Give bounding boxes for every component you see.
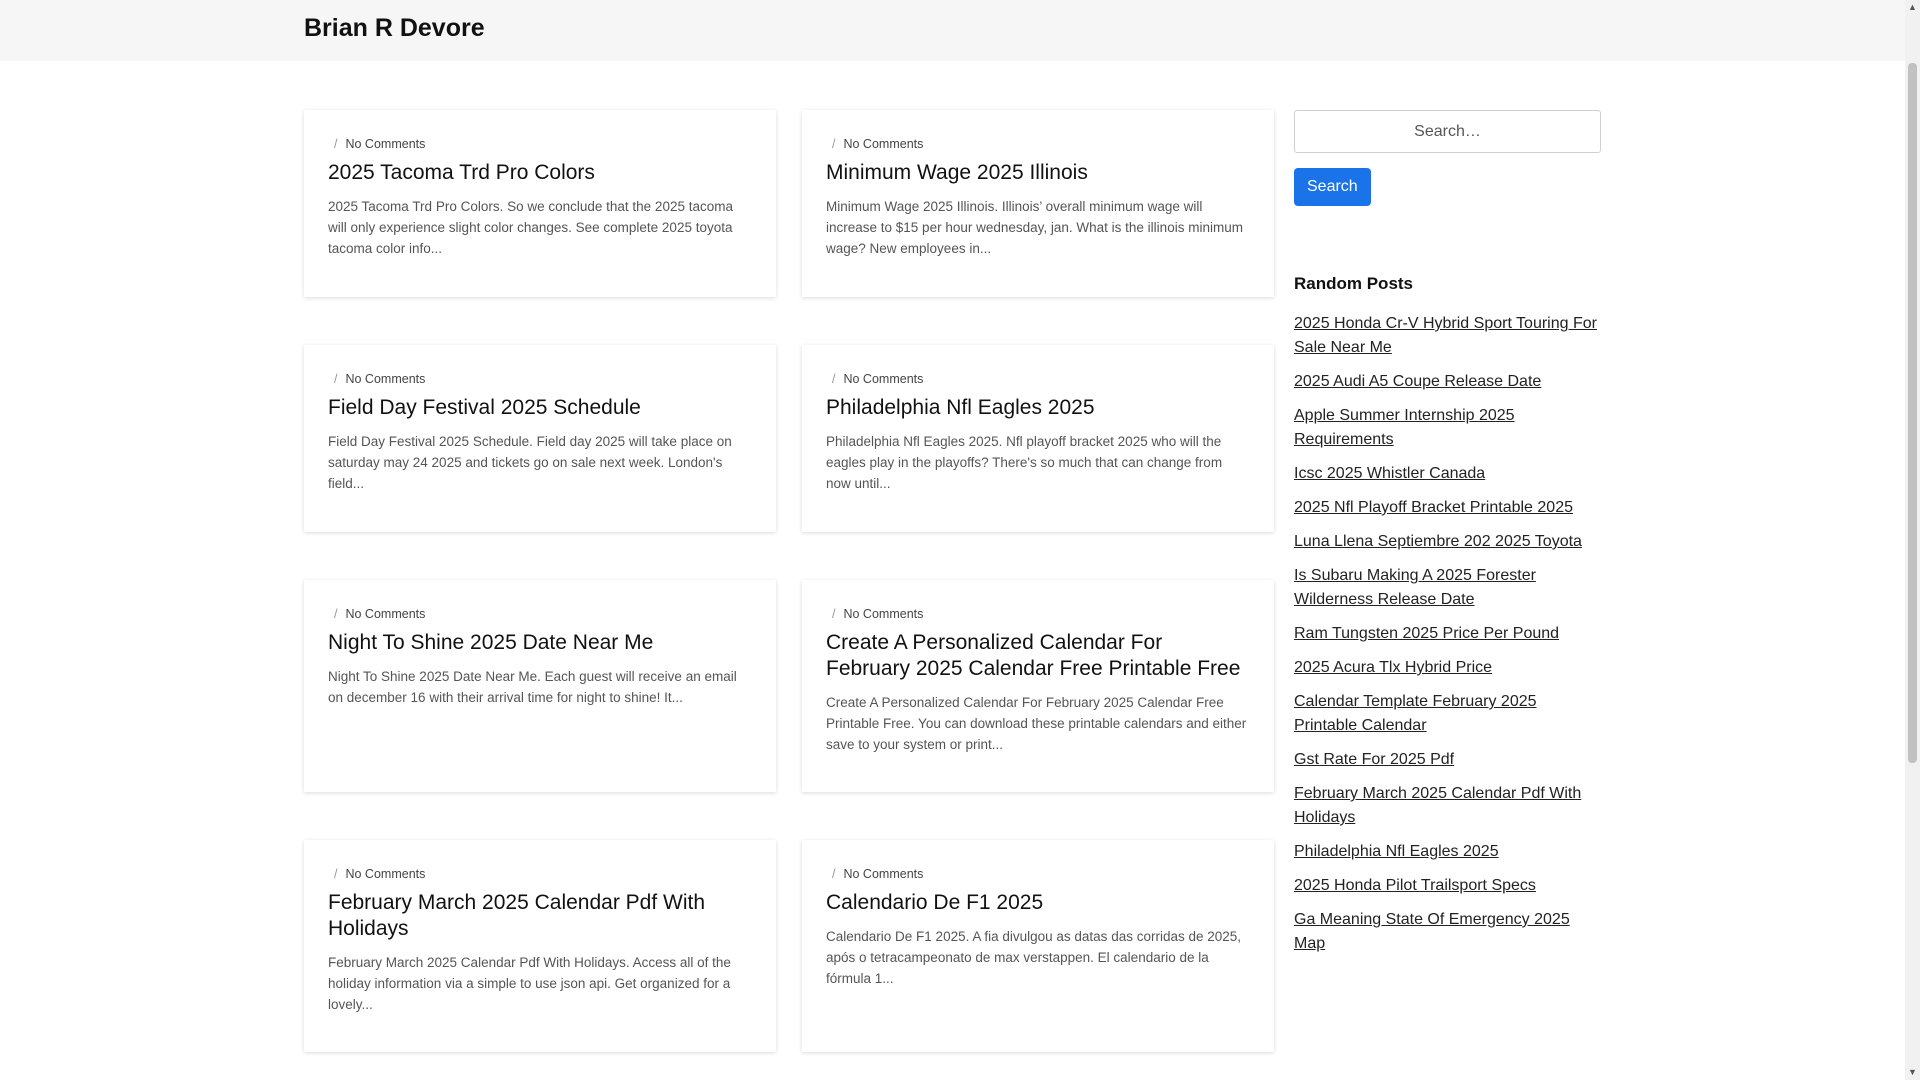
scrollbar-thumb[interactable]	[1908, 63, 1917, 763]
list-item: Ga Meaning State Of Emergency 2025 Map	[1294, 908, 1601, 956]
list-item: Gst Rate For 2025 Pdf	[1294, 748, 1601, 772]
random-post-link[interactable]: Ga Meaning State Of Emergency 2025 Map	[1294, 911, 1570, 952]
comments-link[interactable]: No Comments	[843, 607, 923, 621]
comments-link[interactable]: No Comments	[345, 137, 425, 151]
post-card: / No Comments Night To Shine 2025 Date Ne…	[304, 580, 776, 792]
list-item: Luna Llena Septiembre 202 2025 Toyota	[1294, 530, 1601, 554]
sidebar: Search Random Posts 2025 Honda Cr-V Hybr…	[1294, 110, 1601, 966]
list-item: 2025 Acura Tlx Hybrid Price	[1294, 656, 1601, 680]
post-excerpt: Field Day Festival 2025 Schedule. Field …	[328, 434, 732, 491]
random-post-link[interactable]: 2025 Honda Cr-V Hybrid Sport Touring For…	[1294, 315, 1597, 356]
random-post-link[interactable]: 2025 Acura Tlx Hybrid Price	[1294, 659, 1492, 676]
comments-link[interactable]: No Comments	[345, 607, 425, 621]
comments-link[interactable]: No Comments	[843, 372, 923, 386]
list-item: 2025 Audi A5 Coupe Release Date	[1294, 370, 1601, 394]
scroll-down-icon[interactable]: ▼	[1905, 1065, 1920, 1080]
scroll-up-icon[interactable]: ▲	[1905, 0, 1920, 15]
post-excerpt: Philadelphia Nfl Eagles 2025. Nfl playof…	[826, 434, 1223, 491]
random-post-link[interactable]: Ram Tungsten 2025 Price Per Pound	[1294, 625, 1559, 642]
site-title[interactable]: Brian R Devore	[304, 14, 485, 43]
comments-link[interactable]: No Comments	[843, 867, 923, 881]
random-posts-list: 2025 Honda Cr-V Hybrid Sport Touring For…	[1294, 312, 1601, 956]
comments-link[interactable]: No Comments	[345, 372, 425, 386]
post-card: / No Comments February March 2025 Calenda…	[304, 840, 776, 1052]
random-post-link[interactable]: 2025 Audi A5 Coupe Release Date	[1294, 373, 1541, 390]
random-post-link[interactable]: Is Subaru Making A 2025 Forester Wildern…	[1294, 567, 1536, 608]
post-title[interactable]: Field Day Festival 2025 Schedule	[328, 395, 752, 421]
post-meta: / No Comments	[832, 137, 924, 151]
search-input[interactable]	[1294, 110, 1601, 153]
list-item: Calendar Template February 2025 Printabl…	[1294, 690, 1601, 738]
post-excerpt: 2025 Tacoma Trd Pro Colors. So we conclu…	[328, 199, 733, 256]
random-posts-title: Random Posts	[1294, 274, 1414, 293]
post-card: / No Comments Calendario De F1 2025 Calen…	[802, 840, 1274, 1052]
post-meta: / No Comments	[334, 607, 426, 621]
post-title[interactable]: Philadelphia Nfl Eagles 2025	[826, 395, 1250, 421]
random-post-link[interactable]: 2025 Honda Pilot Trailsport Specs	[1294, 877, 1536, 894]
post-excerpt: Calendario De F1 2025. A fia divulgou as…	[826, 929, 1242, 986]
random-post-link[interactable]: Apple Summer Internship 2025 Requirement…	[1294, 407, 1515, 448]
post-card: / No Comments 2025 Tacoma Trd Pro Colors …	[304, 110, 776, 297]
post-title[interactable]: Minimum Wage 2025 Illinois	[826, 160, 1250, 186]
list-item: Apple Summer Internship 2025 Requirement…	[1294, 404, 1601, 452]
post-title[interactable]: Night To Shine 2025 Date Near Me	[328, 630, 752, 656]
post-card: / No Comments Philadelphia Nfl Eagles 202…	[802, 345, 1274, 532]
list-item: Is Subaru Making A 2025 Forester Wildern…	[1294, 564, 1601, 612]
page-scrollbar[interactable]: ▲ ▼	[1905, 0, 1920, 1080]
random-post-link[interactable]: 2025 Nfl Playoff Bracket Printable 2025	[1294, 499, 1573, 516]
random-post-link[interactable]: Icsc 2025 Whistler Canada	[1294, 465, 1485, 482]
list-item: 2025 Honda Pilot Trailsport Specs	[1294, 874, 1601, 898]
post-title[interactable]: Calendario De F1 2025	[826, 890, 1250, 916]
post-excerpt: February March 2025 Calendar Pdf With Ho…	[328, 955, 731, 1012]
post-meta: / No Comments	[832, 607, 924, 621]
post-excerpt: Night To Shine 2025 Date Near Me. Each g…	[328, 669, 737, 705]
site-header: Brian R Devore	[0, 0, 1905, 61]
list-item: 2025 Nfl Playoff Bracket Printable 2025	[1294, 496, 1601, 520]
list-item: Philadelphia Nfl Eagles 2025	[1294, 840, 1601, 864]
search-button[interactable]: Search	[1294, 168, 1371, 206]
post-excerpt: Create A Personalized Calendar For Febru…	[826, 695, 1247, 752]
post-card: / No Comments Minimum Wage 2025 Illinois …	[802, 110, 1274, 297]
random-post-link[interactable]: February March 2025 Calendar Pdf With Ho…	[1294, 785, 1581, 826]
random-post-link[interactable]: Philadelphia Nfl Eagles 2025	[1294, 843, 1499, 860]
post-meta: / No Comments	[334, 137, 426, 151]
post-meta: / No Comments	[334, 867, 426, 881]
random-post-link[interactable]: Gst Rate For 2025 Pdf	[1294, 751, 1454, 768]
list-item: February March 2025 Calendar Pdf With Ho…	[1294, 782, 1601, 830]
post-excerpt: Minimum Wage 2025 Illinois. Illinois’ ov…	[826, 199, 1243, 256]
list-item: Icsc 2025 Whistler Canada	[1294, 462, 1601, 486]
post-title[interactable]: February March 2025 Calendar Pdf With Ho…	[328, 890, 752, 942]
post-card: / No Comments Create A Personalized Calen…	[802, 580, 1274, 792]
post-title[interactable]: Create A Personalized Calendar For Febru…	[826, 630, 1250, 682]
post-title[interactable]: 2025 Tacoma Trd Pro Colors	[328, 160, 752, 186]
post-meta: / No Comments	[832, 372, 924, 386]
list-item: 2025 Honda Cr-V Hybrid Sport Touring For…	[1294, 312, 1601, 360]
post-card: / No Comments Field Day Festival 2025 Sch…	[304, 345, 776, 532]
random-post-link[interactable]: Luna Llena Septiembre 202 2025 Toyota	[1294, 533, 1582, 550]
list-item: Ram Tungsten 2025 Price Per Pound	[1294, 622, 1601, 646]
post-meta: / No Comments	[832, 867, 924, 881]
random-post-link[interactable]: Calendar Template February 2025 Printabl…	[1294, 693, 1537, 734]
comments-link[interactable]: No Comments	[843, 137, 923, 151]
post-meta: / No Comments	[334, 372, 426, 386]
comments-link[interactable]: No Comments	[345, 867, 425, 881]
